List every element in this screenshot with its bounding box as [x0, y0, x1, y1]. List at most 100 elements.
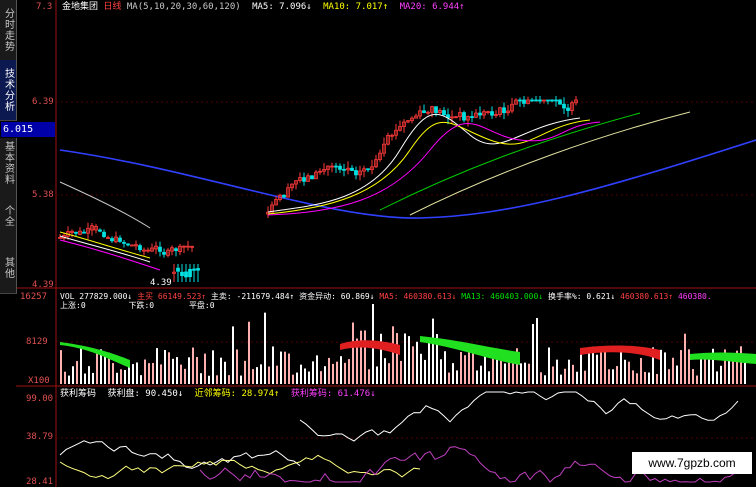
volume-bar-96 [444, 351, 446, 384]
volume-bar-97 [448, 372, 450, 384]
volume-bar-46 [244, 360, 246, 384]
volume-bar-161 [704, 358, 706, 384]
volume-bar-125 [560, 374, 562, 384]
tab-all[interactable]: 个全 [0, 188, 17, 244]
volume-bar-75 [360, 330, 362, 384]
volume-bar-81 [384, 358, 386, 384]
volume-bar-49 [256, 367, 258, 384]
candle-right-11-body [310, 175, 314, 180]
volume-bar-154 [676, 365, 678, 384]
vol-extra-1: 460380.613↑ [620, 292, 674, 301]
volume-bar-152 [668, 369, 670, 384]
volume-bar-147 [648, 372, 650, 384]
volume-bar-42 [228, 375, 230, 384]
volume-bar-99 [456, 370, 458, 384]
volume-bar-26 [164, 349, 166, 384]
volume-bar-119 [536, 318, 538, 384]
volume-bar-93 [432, 318, 434, 384]
volume-bar-117 [528, 363, 530, 384]
candle-right-63-body [518, 99, 522, 102]
flow-band-green-3 [690, 352, 756, 364]
candle-left-15-body [118, 237, 122, 242]
volume-bar-98 [452, 363, 454, 384]
volume-bar-135 [600, 349, 602, 384]
volume-bar-24 [156, 348, 158, 384]
candle-right-49-body [462, 112, 466, 121]
volume-bar-83 [392, 326, 394, 384]
volume-bar-18 [132, 364, 134, 384]
volume-bar-118 [532, 323, 534, 384]
vol-ma13-readout: MA13: 460403.000↓ [461, 292, 544, 301]
volume-bar-79 [376, 366, 378, 384]
ma10-readout: MA10: 7.017↑ [323, 2, 389, 12]
ma20-left [59, 239, 161, 271]
candle-right-67-body [534, 99, 538, 102]
candle-right-73-body [558, 99, 562, 105]
volume-bar-128 [572, 364, 574, 384]
volume-bar-157 [688, 349, 690, 384]
volume-bar-82 [388, 363, 390, 384]
prof-header: 获利筹码 获利盘: 90.450↓ 近邻筹码: 28.974↑ 获利筹码: 61… [60, 389, 376, 400]
volume-bar-141 [624, 359, 626, 384]
tab-technical[interactable]: 技术分析 [0, 60, 17, 121]
vol-subheader: 上涨:0 下跌:0 平盘:0 [60, 300, 215, 311]
candle-left-26-body [162, 251, 166, 255]
candle-gap-1-body [176, 267, 180, 272]
candle-left-17-body [126, 243, 130, 246]
volume-bar-153 [672, 357, 674, 384]
candle-right-9-body [302, 177, 306, 182]
volume-bar-15 [120, 369, 122, 384]
price-axis-439: 4.39 [32, 280, 54, 290]
vol-axis-top: 16257 [20, 292, 48, 302]
tab-other[interactable]: 其他 [0, 243, 17, 294]
volume-bar-101 [464, 355, 466, 384]
volume-bar-3 [72, 366, 74, 384]
volume-bar-89 [416, 341, 418, 384]
volume-bar-160 [700, 356, 702, 384]
ma-params: MA(5,10,20,30,60,120) [126, 2, 241, 12]
candle-right-71-body [550, 99, 554, 102]
volume-bar-50 [260, 364, 262, 384]
volume-bar-5 [80, 347, 82, 384]
flow-band-red-1 [340, 340, 400, 355]
candle-right-18-body [338, 165, 342, 170]
volume-bar-27 [168, 352, 170, 384]
chart-stage[interactable]: 分时走势 技术分析 基本资料 个全 其他 7.3 6.39 6.015 5.38… [0, 0, 756, 487]
vol-axis-unit: X100 [28, 376, 50, 386]
volume-bar-102 [468, 351, 470, 384]
chart-canvas[interactable] [0, 0, 756, 487]
candle-right-53-body [478, 112, 482, 116]
volume-bar-57 [288, 353, 290, 384]
volume-bar-38 [212, 350, 214, 384]
candle-right-66-body [530, 99, 534, 102]
volume-bar-158 [692, 369, 694, 384]
volume-bar-37 [208, 375, 210, 384]
tab-intraday[interactable]: 分时走势 [0, 0, 17, 61]
volume-bar-52 [268, 366, 270, 384]
candle-right-72-body [554, 99, 558, 102]
volume-bar-35 [200, 373, 202, 384]
volume-bar-149 [656, 373, 658, 384]
volume-bar-88 [412, 346, 414, 384]
turnover-readout: 换手率%: 0.621↓ [547, 292, 616, 301]
volume-bar-111 [504, 363, 506, 384]
volume-bar-151 [664, 352, 666, 384]
prof-axis-bottom: 28.41 [26, 477, 54, 487]
candle-left-4-body [74, 231, 78, 234]
volume-bar-86 [404, 333, 406, 384]
volume-bar-76 [364, 330, 366, 384]
volume-bar-4 [76, 361, 78, 384]
volume-bar-120 [540, 372, 542, 384]
volume-bar-65 [320, 371, 322, 384]
volume-bar-116 [524, 362, 526, 384]
volume-bar-123 [552, 366, 554, 384]
volume-bar-84 [396, 333, 398, 384]
candle-right-21-body [350, 167, 354, 171]
volume-bar-136 [604, 348, 606, 384]
candle-right-22-body [354, 170, 358, 176]
volume-bar-129 [576, 371, 578, 384]
tab-fundamentals[interactable]: 基本资料 [0, 138, 17, 189]
volume-bar-0 [60, 350, 62, 384]
candle-left-10-body [98, 229, 102, 232]
candle-gap-5-body [192, 268, 196, 271]
